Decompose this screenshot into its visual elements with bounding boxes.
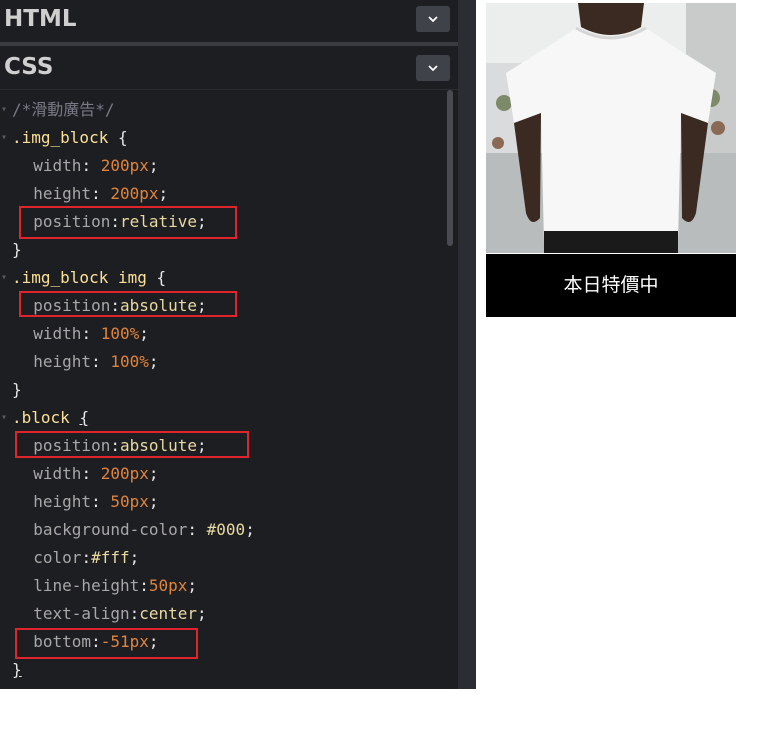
chevron-down-icon: [428, 16, 438, 23]
highlight-box: [15, 431, 249, 458]
css-panel-header[interactable]: CSS: [0, 46, 458, 90]
code-line: height: 200px;: [0, 180, 445, 208]
editor-scrollbar[interactable]: [447, 90, 453, 246]
code-colon: :: [91, 352, 111, 371]
code-brace: }: [12, 660, 22, 679]
css-property: height: [14, 184, 92, 203]
css-value: 50px: [110, 492, 149, 511]
highlight-box: [19, 206, 237, 239]
css-header-divider: [0, 89, 458, 90]
css-selector: .block: [12, 408, 70, 427]
code-line: }: [0, 376, 445, 404]
css-property: width: [14, 324, 82, 343]
css-property: height: [14, 352, 92, 371]
highlight-box: [15, 628, 198, 659]
css-value: 100%: [110, 352, 149, 371]
code-line: ▾ .img_block {: [0, 124, 445, 152]
code-line: }: [0, 236, 445, 264]
code-line: height: 50px;: [0, 488, 445, 516]
tshirt-photo: [486, 3, 736, 253]
code-semicolon: ;: [129, 548, 140, 567]
code-brace: {: [146, 268, 167, 287]
code-line: background-color: #000;: [0, 516, 445, 544]
code-line: ▾ .img_block img {: [0, 264, 445, 292]
code-line: text-align:center;: [0, 600, 445, 628]
code-line: ▾ /*滑動廣告*/: [0, 96, 445, 124]
code-brace: {: [108, 128, 128, 147]
preview-pane: 本日特價中: [476, 0, 763, 689]
sale-badge: 本日特價中: [486, 254, 736, 317]
code-line: }: [0, 656, 445, 684]
css-collapse-button[interactable]: [416, 55, 450, 81]
css-value: #000: [206, 520, 246, 539]
code-colon: :: [91, 492, 111, 511]
code-semicolon: ;: [187, 576, 198, 595]
code-colon: :: [187, 520, 207, 539]
css-selector: .img_block: [12, 128, 109, 147]
code-colon: :: [81, 156, 101, 175]
css-property: width: [14, 156, 82, 175]
highlight-box: [19, 291, 237, 317]
css-value: 200px: [100, 156, 149, 175]
code-line: width: 100%;: [0, 320, 445, 348]
css-value: 200px: [100, 464, 149, 483]
code-semicolon: ;: [148, 352, 159, 371]
css-panel-title: CSS: [4, 54, 54, 80]
code-comment: /*滑動廣告*/: [12, 100, 115, 119]
code-colon: :: [139, 576, 149, 595]
code-line: line-height:50px;: [0, 572, 445, 600]
html-collapse-button[interactable]: [416, 6, 450, 32]
fold-arrow-icon[interactable]: ▾: [1, 404, 7, 432]
code-brace: }: [12, 380, 22, 399]
code-semicolon: ;: [197, 604, 207, 623]
code-semicolon: ;: [158, 184, 169, 203]
code-colon: :: [129, 604, 140, 623]
code-semicolon: ;: [148, 156, 159, 175]
code-colon: :: [81, 464, 101, 483]
code-semicolon: ;: [148, 464, 159, 483]
code-semicolon: ;: [148, 492, 159, 511]
css-value: 200px: [110, 184, 159, 203]
css-editor: HTML CSS ▾ /*滑動廣告*/ ▾ .img_block { width…: [0, 0, 458, 689]
code-semicolon: ;: [245, 520, 255, 539]
code-area[interactable]: ▾ /*滑動廣告*/ ▾ .img_block { width: 200px; …: [0, 96, 445, 684]
css-property: width: [14, 464, 82, 483]
code-colon: :: [81, 324, 101, 343]
css-value: center: [139, 604, 198, 623]
code-colon: :: [81, 548, 92, 567]
css-selector: .img_block img: [12, 268, 147, 287]
css-property: height: [14, 492, 92, 511]
code-line: width: 200px;: [0, 460, 445, 488]
fold-arrow-icon[interactable]: ▾: [1, 124, 7, 152]
code-line: width: 200px;: [0, 152, 445, 180]
code-line: ▾ .block {: [0, 404, 445, 432]
css-value: #fff: [91, 548, 130, 567]
pane-resize-handle[interactable]: [458, 0, 476, 689]
code-brace: }: [12, 240, 22, 259]
code-line: color:#fff;: [0, 544, 445, 572]
html-panel-header[interactable]: HTML: [0, 0, 458, 42]
fold-arrow-icon[interactable]: ▾: [1, 264, 7, 292]
html-panel-title: HTML: [4, 6, 77, 32]
css-property: text-align: [14, 604, 130, 623]
code-colon: :: [91, 184, 111, 203]
css-property: line-height: [14, 576, 140, 595]
chevron-down-icon: [428, 65, 438, 72]
css-value: 50px: [148, 576, 188, 595]
css-value: 100%: [100, 324, 140, 343]
code-semicolon: ;: [139, 324, 149, 343]
product-image: [486, 3, 736, 253]
code-brace: {: [79, 408, 90, 427]
fold-arrow-icon[interactable]: ▾: [1, 96, 7, 124]
css-property: background-color: [14, 520, 188, 539]
code-line: height: 100%;: [0, 348, 445, 376]
css-property: color: [14, 548, 82, 567]
